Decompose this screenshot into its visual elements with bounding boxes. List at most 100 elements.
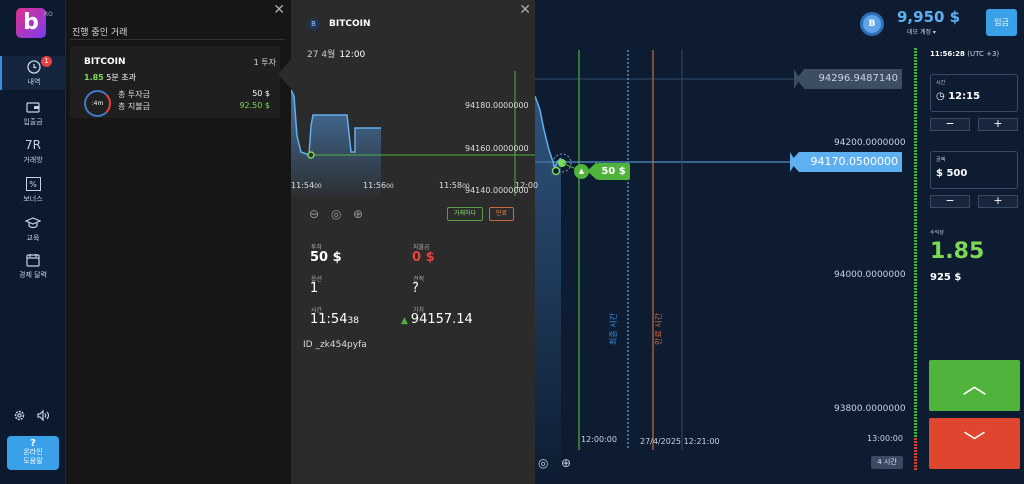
axis-label: 94000.0000000: [834, 270, 906, 280]
graduation-cap-icon: [24, 216, 42, 230]
sidebar-item-label: 보너스: [23, 195, 43, 203]
sidebar-item-label: 입출금: [23, 118, 43, 126]
trade-asset: BITCOIN: [84, 57, 126, 67]
profit-label: 수익성: [930, 230, 944, 236]
last-time-label: 최종 시간: [609, 313, 618, 345]
sidebar-item-deposit[interactable]: 입출금: [0, 100, 66, 127]
panel-title: 진행 중인 거래: [72, 28, 128, 38]
invest-value: 50 $: [310, 250, 342, 265]
trade-id: ID _zk454pyfa: [303, 340, 367, 350]
open-trades-panel: 진행 중인 거래 ✕ BITCOIN 1 투자 1.85 5분 초과 :4m 총…: [66, 0, 291, 484]
detail-date-day: 27 4월: [307, 50, 336, 60]
trading-room-icon: 7R: [25, 138, 41, 152]
brand-region: RO: [44, 11, 53, 18]
current-price-tag: 94170.0500000: [790, 152, 902, 172]
total-payout-label: 총 지불금: [118, 102, 150, 111]
time-field-value: ◷ 12:15: [936, 91, 980, 102]
panel-pointer: [278, 58, 292, 90]
time-value-main: 11:54: [310, 312, 348, 327]
call-up-button[interactable]: ︿: [929, 360, 1020, 411]
mini-time-label: 11:5800: [439, 181, 470, 190]
clock-time: 11:56:28: [930, 50, 965, 58]
deposit-button[interactable]: 입금: [986, 9, 1017, 36]
time-value-seconds: 38: [347, 316, 359, 326]
price-value: ▲ 94157.14: [401, 312, 473, 327]
detail-date-time: 12:00: [339, 50, 366, 60]
forecast-value: ?: [412, 281, 419, 296]
payout-value: 0 $: [412, 250, 435, 265]
sidebar-item-trading-room[interactable]: 7R 거래방: [0, 138, 66, 165]
account-coin-icon[interactable]: B: [860, 12, 884, 36]
time-plus-button[interactable]: +: [978, 118, 1018, 131]
amount-minus-button[interactable]: −: [930, 195, 970, 208]
online-help-button[interactable]: ? 온라인 도움말: [7, 436, 59, 470]
amount-field[interactable]: 금액 $ 500: [930, 151, 1018, 189]
time-tick: 13:00:00: [867, 434, 903, 443]
price-up-icon: ▲: [401, 316, 411, 326]
time-minus-button[interactable]: −: [930, 118, 970, 131]
put-down-button[interactable]: ﹀: [929, 418, 1020, 469]
zoom-out-icon[interactable]: ⊖: [309, 207, 319, 221]
percent-icon: %: [25, 177, 41, 191]
payout-text: 5분 초과: [106, 73, 137, 82]
time-field-label: 시간: [936, 80, 946, 86]
mini-price-chart[interactable]: [291, 66, 535, 196]
settings-gear-icon[interactable]: [13, 407, 26, 426]
sidebar-item-label: 거래방: [23, 156, 43, 164]
wallet-icon: [25, 100, 41, 114]
sound-icon[interactable]: [36, 407, 50, 426]
amount-field-label: 금액: [936, 157, 946, 163]
zoom-target-icon[interactable]: ◎: [331, 207, 341, 221]
mini-entry-marker: [307, 151, 315, 159]
trade-timer: :4m: [84, 90, 111, 117]
profit-amount: 925 $: [930, 272, 962, 283]
sidebar-item-label: 경제 달력: [19, 271, 47, 279]
close-icon[interactable]: ✕: [273, 2, 285, 18]
entry-point-marker: [551, 166, 561, 176]
price-value-text: 94157.14: [410, 312, 473, 327]
history-clock-icon: [26, 60, 42, 74]
sidebar-item-history[interactable]: 1 내역: [0, 56, 66, 90]
mini-price-label: 94180.0000000: [465, 101, 529, 110]
mini-price-label: 94160.0000000: [465, 144, 529, 153]
main-zoom-in-icon[interactable]: ⊕: [561, 456, 571, 470]
bet-amount-tag: 50 $: [597, 163, 630, 180]
clock-timezone: (UTC +3): [967, 50, 1000, 58]
sidebar-item-bonus[interactable]: % 보너스: [0, 177, 66, 204]
expire-button[interactable]: 만료: [489, 207, 515, 221]
mini-time-seconds: 00: [386, 183, 394, 190]
trade-payout: 1.85 5분 초과: [84, 72, 136, 83]
time-field-text: 12:15: [948, 91, 981, 102]
mini-time-value: 11:56: [363, 181, 387, 190]
total-payout-value: 92.50 $: [239, 101, 270, 110]
amount-plus-button[interactable]: +: [978, 195, 1018, 208]
account-selector[interactable]: 데모 계정 ▾: [907, 27, 936, 36]
zoom-in-icon[interactable]: ⊕: [353, 207, 363, 221]
mini-time-label: 11:5400: [291, 181, 322, 190]
detail-asset: BITCOIN: [329, 19, 371, 29]
expire-time-label: 만료 시간: [654, 313, 663, 345]
trade-row[interactable]: BITCOIN 1 투자 1.85 5분 초과 :4m 총 투자금 총 지불금 …: [70, 46, 280, 118]
total-invest-label: 총 투자금: [118, 90, 150, 99]
top-price-tag: 94296.9487140: [796, 69, 902, 89]
mini-time-value: 12:00: [515, 181, 539, 190]
mini-time-seconds: 00: [462, 183, 470, 190]
sidebar-item-education[interactable]: 교육: [0, 216, 66, 243]
help-label-line1: 온라인: [23, 448, 43, 456]
close-icon[interactable]: ✕: [519, 2, 531, 18]
time-field[interactable]: 시간 ◷ 12:15: [930, 74, 1018, 112]
total-invest-value: 50 $: [252, 89, 270, 98]
sidebar-item-label: 교육: [26, 234, 40, 242]
balance[interactable]: 9,950 $: [897, 8, 960, 26]
amount-field-value: $ 500: [936, 168, 968, 179]
sidebar-item-calendar[interactable]: 경제 달력: [0, 253, 66, 280]
axis-label: 93800.0000000: [834, 404, 906, 414]
detail-date: 27 4월 12:00: [307, 47, 365, 60]
trade-again-button[interactable]: 거래하다: [447, 207, 484, 221]
brand-logo[interactable]: b: [16, 8, 46, 38]
time-tick: 12:00:00: [581, 435, 617, 444]
timeframe-button[interactable]: 4 시간: [871, 456, 903, 469]
main-zoom-target-icon[interactable]: ◎: [538, 456, 548, 470]
trade-count: 1 투자: [253, 58, 276, 67]
trade-detail-panel: B BITCOIN ✕ 27 4월 12:00 94180.0000000 941…: [291, 0, 539, 484]
